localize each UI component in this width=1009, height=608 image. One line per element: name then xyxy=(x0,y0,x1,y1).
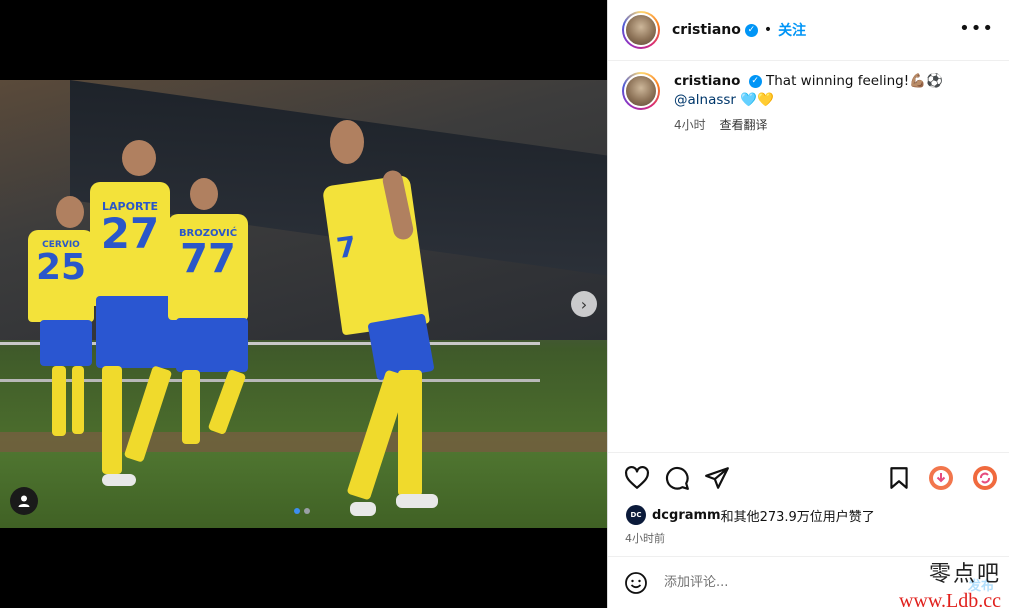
caption-username[interactable]: cristiano xyxy=(674,73,740,89)
post-timestamp[interactable]: 4小时前 xyxy=(625,530,665,546)
post-username[interactable]: cristiano xyxy=(672,22,741,38)
comment-input[interactable] xyxy=(664,575,884,590)
follow-button[interactable]: 关注 xyxy=(778,20,806,40)
chevron-right-icon: › xyxy=(580,294,588,314)
tagged-users-button[interactable] xyxy=(10,487,38,515)
share-icon[interactable] xyxy=(704,465,730,491)
verified-badge-icon: ✓ xyxy=(748,74,762,88)
carousel-dot xyxy=(304,508,310,514)
pitch xyxy=(0,452,607,528)
liked-by-username[interactable]: dcgramm xyxy=(652,508,721,523)
liker-avatar[interactable]: DC xyxy=(626,505,646,525)
watermark-text: 零点吧 xyxy=(928,562,1001,587)
caption: cristiano ✓ That winning feeling!💪🏽⚽ @al… xyxy=(622,72,997,135)
like-heart-icon[interactable] xyxy=(624,465,650,491)
post-side-panel: cristiano ✓ • 关注 ••• cristiano ✓ That wi… xyxy=(607,0,1009,608)
avatar[interactable] xyxy=(622,11,660,49)
watermark-url: www.Ldb.cc xyxy=(898,590,1001,608)
avatar[interactable] xyxy=(622,72,660,110)
post-media-viewer: CERVIO 25 LAPORTE 27 BROZOVIĆ 77 7 › xyxy=(0,0,607,608)
separator-dot: • xyxy=(763,22,773,38)
jersey-number: 77 xyxy=(180,236,236,282)
post-photo[interactable]: CERVIO 25 LAPORTE 27 BROZOVIĆ 77 7 xyxy=(0,80,607,528)
jersey-number: 25 xyxy=(35,247,87,288)
emoji-icon[interactable] xyxy=(624,571,648,595)
action-bar xyxy=(608,452,1009,500)
heart-emojis: 🩵💛 xyxy=(740,92,774,108)
caption-emojis: 💪🏽⚽ xyxy=(909,73,943,89)
comment-icon[interactable] xyxy=(664,465,690,491)
verified-badge-icon: ✓ xyxy=(744,23,758,37)
watermark: 零点吧 www.Ldb.cc xyxy=(899,556,1001,608)
carousel-next-button[interactable]: › xyxy=(571,291,597,317)
caption-mention[interactable]: @alnassr xyxy=(674,92,736,108)
post-header: cristiano ✓ • 关注 ••• xyxy=(608,0,1009,61)
bookmark-icon[interactable] xyxy=(886,465,912,491)
repost-extension-icon[interactable] xyxy=(972,465,998,491)
running-track xyxy=(0,432,607,454)
caption-time: 4小时 xyxy=(674,118,706,132)
more-options-icon[interactable]: ••• xyxy=(959,20,994,38)
user-icon xyxy=(18,495,30,507)
translate-link[interactable]: 查看翻译 xyxy=(719,118,767,132)
likes-count-text[interactable]: 和其他273.9万位用户赞了 xyxy=(721,506,875,525)
jersey-number: 27 xyxy=(100,209,160,258)
carousel-indicator xyxy=(294,508,310,514)
caption-text: That winning feeling! xyxy=(766,73,910,89)
download-extension-icon[interactable] xyxy=(928,465,954,491)
likes-summary: DC dcgramm 和其他273.9万位用户赞了 xyxy=(626,505,875,525)
carousel-dot-active xyxy=(294,508,300,514)
